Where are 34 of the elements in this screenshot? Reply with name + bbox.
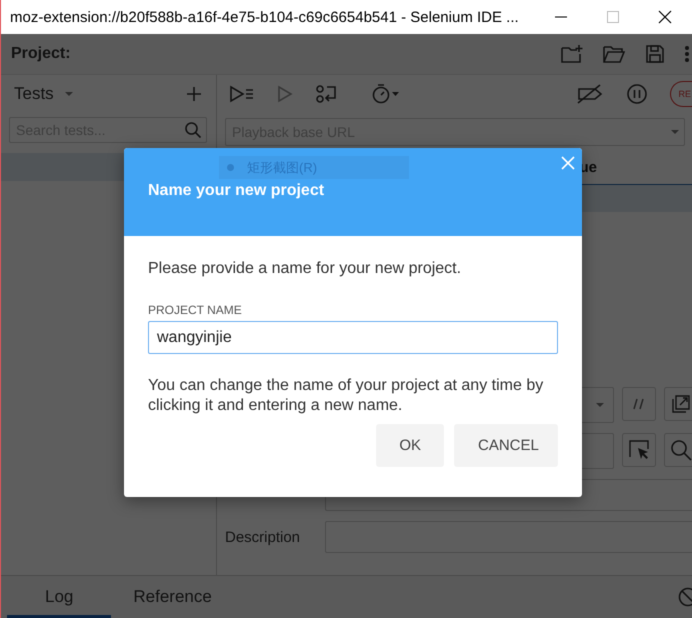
pause-icon[interactable] [626, 83, 648, 105]
project-name-field[interactable]: wangyinjie [148, 321, 558, 354]
dialog-title: Name your new project [148, 182, 324, 200]
play-icon[interactable] [277, 84, 293, 104]
new-folder-icon[interactable] [560, 43, 584, 65]
comment-icon[interactable] [622, 387, 656, 421]
more-icon[interactable] [684, 43, 690, 65]
field-label: PROJECT NAME [148, 303, 243, 317]
step-icon[interactable] [315, 84, 339, 104]
add-icon[interactable] [186, 86, 202, 102]
dialog-note: You can change the name of your project at any time by clicking it and entering a new name. [148, 376, 544, 416]
dot-icon [227, 164, 234, 171]
save-icon[interactable] [644, 43, 666, 65]
tests-title: Tests [14, 84, 54, 104]
maximize-icon[interactable] [606, 10, 620, 24]
open-window-icon[interactable] [664, 387, 692, 421]
field-label: Description [225, 528, 302, 546]
select-target-icon[interactable] [622, 433, 656, 467]
run-all-icon[interactable] [229, 84, 255, 104]
clear-icon[interactable] [678, 587, 692, 607]
dialog-message: Please provide a name for your new project. [148, 260, 462, 278]
caret-down-icon[interactable] [595, 402, 605, 408]
window-title: moz-extension://b20f588b-a16f-4e75-b104-c69c6654b541 - Selenium IDE ... [10, 8, 519, 26]
dialog-button[interactable]: OK [376, 424, 444, 467]
caret-down-icon[interactable] [670, 129, 680, 135]
folder-icon[interactable] [602, 43, 626, 65]
search-icon[interactable] [184, 121, 202, 139]
dialog-button[interactable]: CANCEL [454, 424, 558, 467]
search-icon[interactable] [664, 433, 692, 467]
close-icon[interactable] [658, 10, 672, 24]
timer-icon[interactable] [371, 83, 401, 105]
breakpoint-off-icon[interactable] [576, 84, 604, 104]
caret-down-icon[interactable] [64, 91, 74, 97]
project-label: Project: [11, 45, 71, 63]
